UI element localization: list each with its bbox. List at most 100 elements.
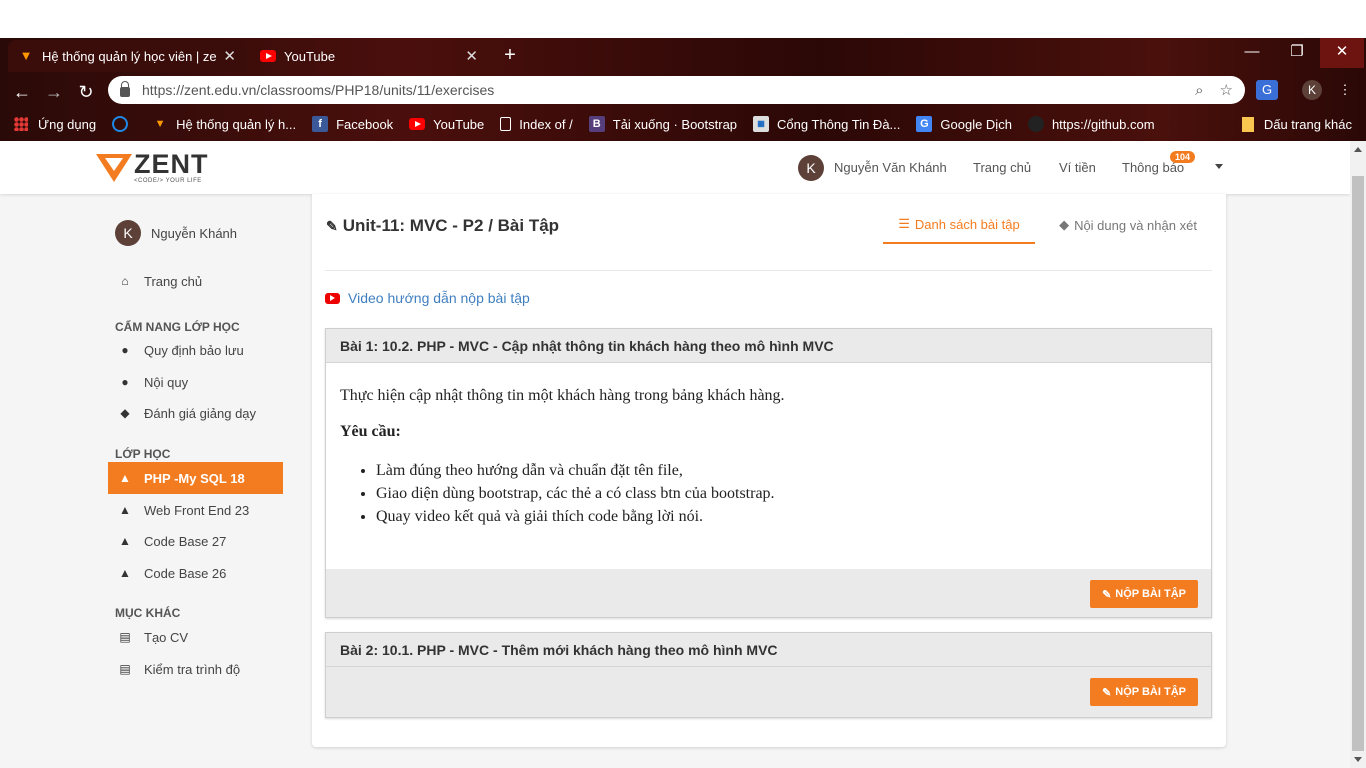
header-user[interactable]: K Nguyễn Văn Khánh [798, 141, 947, 194]
sidebar-item-level-test[interactable]: ▤ Kiểm tra trình độ [108, 653, 283, 685]
bookmark-star-icon[interactable]: ☆ [1220, 81, 1233, 99]
tab-close-icon[interactable]: ✕ [465, 47, 478, 65]
tab-title: Hệ thống quản lý học viên | zent [42, 48, 218, 64]
reload-button[interactable]: ↻ [74, 80, 98, 104]
sidebar-item-create-cv[interactable]: ▤ Tạo CV [108, 621, 283, 653]
google-translate-extension-icon[interactable]: G [1256, 80, 1278, 100]
bookmark-bootstrap[interactable]: B Tải xuống · Bootstrap [588, 116, 738, 132]
sidebar-item-code-base-26[interactable]: ▲ Code Base 26 [108, 557, 283, 589]
tab-youtube[interactable]: YouTube ✕ [250, 40, 488, 72]
close-window-button[interactable]: ✕ [1320, 38, 1364, 68]
address-bar[interactable]: https://zent.edu.vn/classrooms/PHP18/uni… [108, 76, 1245, 104]
home-icon: ⌂ [121, 274, 129, 288]
page: ZENT <CODE/> YOUR LIFE K Nguyễn Văn Khán… [0, 141, 1366, 768]
page-icon [500, 117, 512, 131]
chevron-down-icon[interactable] [1215, 164, 1223, 169]
bookmark-blank[interactable] [112, 116, 136, 132]
bookmark-youtube[interactable]: YouTube [409, 117, 484, 132]
chrome-menu-icon[interactable]: ⋮ [1334, 80, 1356, 100]
bookmark-google-translate[interactable]: G Google Dịch [916, 116, 1012, 132]
bookmark-index[interactable]: Index of / [500, 116, 573, 132]
tab-exercise-list[interactable]: ☰ Danh sách bài tập [883, 206, 1035, 244]
lock-icon [120, 81, 130, 97]
scroll-up-icon[interactable] [1354, 147, 1362, 152]
sidebar-item-rules[interactable]: ● Nội quy [108, 366, 283, 398]
bookmark-github[interactable]: https://github.com [1027, 116, 1155, 132]
exercise-description: Thực hiện cập nhật thông tin một khách h… [340, 387, 785, 404]
vertical-scrollbar[interactable] [1350, 141, 1366, 768]
sidebar-item-home[interactable]: ⌂ Trang chủ [108, 265, 283, 297]
video-guide-link[interactable]: Video hướng dẫn nộp bài tập [325, 290, 530, 306]
exercise-footer: ✎ NỘP BÀI TẬP [326, 667, 1211, 717]
pencil-icon: ✎ [326, 217, 338, 234]
browser-chrome: ▼ Hệ thống quản lý học viên | zent ✕ You… [0, 38, 1366, 141]
submit-exercise-button[interactable]: ✎ NỘP BÀI TẬP [1090, 678, 1198, 706]
bookmark-label: Facebook [336, 116, 394, 132]
profile-avatar[interactable]: K [1302, 80, 1322, 100]
youtube-favicon-icon [260, 50, 276, 62]
graduation-cap-icon: ▲ [119, 471, 131, 485]
bookmark-apps[interactable]: Ứng dụng [14, 117, 96, 132]
back-button[interactable]: ← [10, 80, 34, 104]
section-other: MỤC KHÁC [115, 606, 181, 620]
bookmark-label: Google Dịch [940, 116, 1012, 132]
tab-label: Nội dung và nhận xét [1074, 217, 1197, 233]
sidebar-item-label: Tạo CV [144, 629, 189, 645]
bookmark-zent[interactable]: ▼ Hệ thống quản lý h... [152, 116, 296, 132]
restore-button[interactable]: ❐ [1275, 38, 1319, 68]
scroll-down-icon[interactable] [1354, 757, 1362, 762]
submit-exercise-button[interactable]: ✎ NỘP BÀI TẬP [1090, 580, 1198, 608]
tab-content-comments[interactable]: ◆ Nội dung và nhận xét [1048, 206, 1208, 244]
exclamation-circle-icon: ● [121, 343, 129, 357]
scrollbar-thumb[interactable] [1352, 176, 1364, 751]
nav-wallet[interactable]: Ví tiền [1059, 141, 1096, 194]
sidebar-item-code-base-27[interactable]: ▲ Code Base 27 [108, 525, 283, 557]
logo-text: ZENT [134, 149, 209, 179]
sidebar-item-web-front-end-23[interactable]: ▲ Web Front End 23 [108, 494, 283, 526]
forward-button[interactable]: → [42, 80, 66, 104]
comment-icon: ◆ [120, 406, 130, 420]
bookmark-label: Tải xuống · Bootstrap [612, 116, 738, 132]
graduation-cap-icon: ▲ [119, 566, 131, 580]
sidebar-item-label: Đánh giá giảng dạy [144, 405, 257, 421]
section-handbook: CẨM NANG LỚP HỌC [115, 320, 240, 334]
avatar: K [115, 220, 141, 246]
minimize-button[interactable]: — [1230, 38, 1274, 68]
exercise-title: Bài 2: 10.1. PHP - MVC - Thêm mới khách … [326, 633, 1211, 667]
sidebar-item-label: Quy định bảo lưu [144, 342, 244, 358]
sidebar-item-teaching-review[interactable]: ◆ Đánh giá giảng dạy [108, 397, 283, 429]
tab-close-icon[interactable]: ✕ [223, 47, 236, 65]
sidebar-item-label: Code Base 26 [144, 565, 227, 581]
sidebar-item-reservation-policy[interactable]: ● Quy định bảo lưu [108, 334, 283, 366]
bookmark-portal[interactable]: ▦ Cổng Thông Tin Đà... [753, 116, 900, 132]
nav-notifications[interactable]: Thông báo [1122, 141, 1184, 194]
exclamation-circle-icon: ● [121, 375, 129, 389]
zent-logo-mark-icon [96, 152, 132, 184]
zoom-search-icon[interactable]: ⌕ [1195, 82, 1203, 99]
sidebar-item-label: Kiểm tra trình độ [144, 661, 241, 677]
sidebar-item-php-mysql-18[interactable]: ▲ PHP -My SQL 18 [108, 462, 283, 494]
bookmark-facebook[interactable]: f Facebook [312, 116, 393, 132]
sidebar-item-label: PHP -My SQL 18 [144, 470, 245, 486]
url-text[interactable]: https://zent.edu.vn/classrooms/PHP18/uni… [142, 82, 1179, 98]
divider [325, 270, 1212, 271]
other-bookmarks[interactable]: Dấu trang khác [1241, 110, 1352, 138]
exercise-card: Bài 2: 10.1. PHP - MVC - Thêm mới khách … [325, 632, 1212, 718]
exercise-footer: ✎ NỘP BÀI TẬP [326, 569, 1211, 617]
submit-label: NỘP BÀI TẬP [1115, 588, 1186, 600]
sidebar-item-label: Nội quy [144, 374, 189, 390]
exercise-title: Bài 1: 10.2. PHP - MVC - Cập nhật thông … [326, 329, 1211, 363]
zent-logo[interactable]: ZENT <CODE/> YOUR LIFE [96, 151, 209, 184]
file-icon: ▤ [119, 630, 131, 644]
sidebar-user[interactable]: K Nguyễn Khánh [115, 220, 237, 246]
tab-zent[interactable]: ▼ Hệ thống quản lý học viên | zent ✕ [8, 40, 246, 72]
exercise-body: Thực hiện cập nhật thông tin một khách h… [326, 363, 1211, 569]
new-tab-button[interactable]: + [498, 43, 522, 67]
github-icon [1027, 116, 1044, 132]
nav-home[interactable]: Trang chủ [973, 141, 1031, 194]
bookmarks-bar: Ứng dụng ▼ Hệ thống quản lý h... f Faceb… [0, 110, 1366, 138]
bootstrap-icon: B [588, 116, 605, 132]
bookmark-label: Index of / [519, 116, 573, 132]
list-item: Quay video kết quả và giải thích code bằ… [376, 505, 1197, 528]
section-classes: LỚP HỌC [115, 447, 171, 461]
